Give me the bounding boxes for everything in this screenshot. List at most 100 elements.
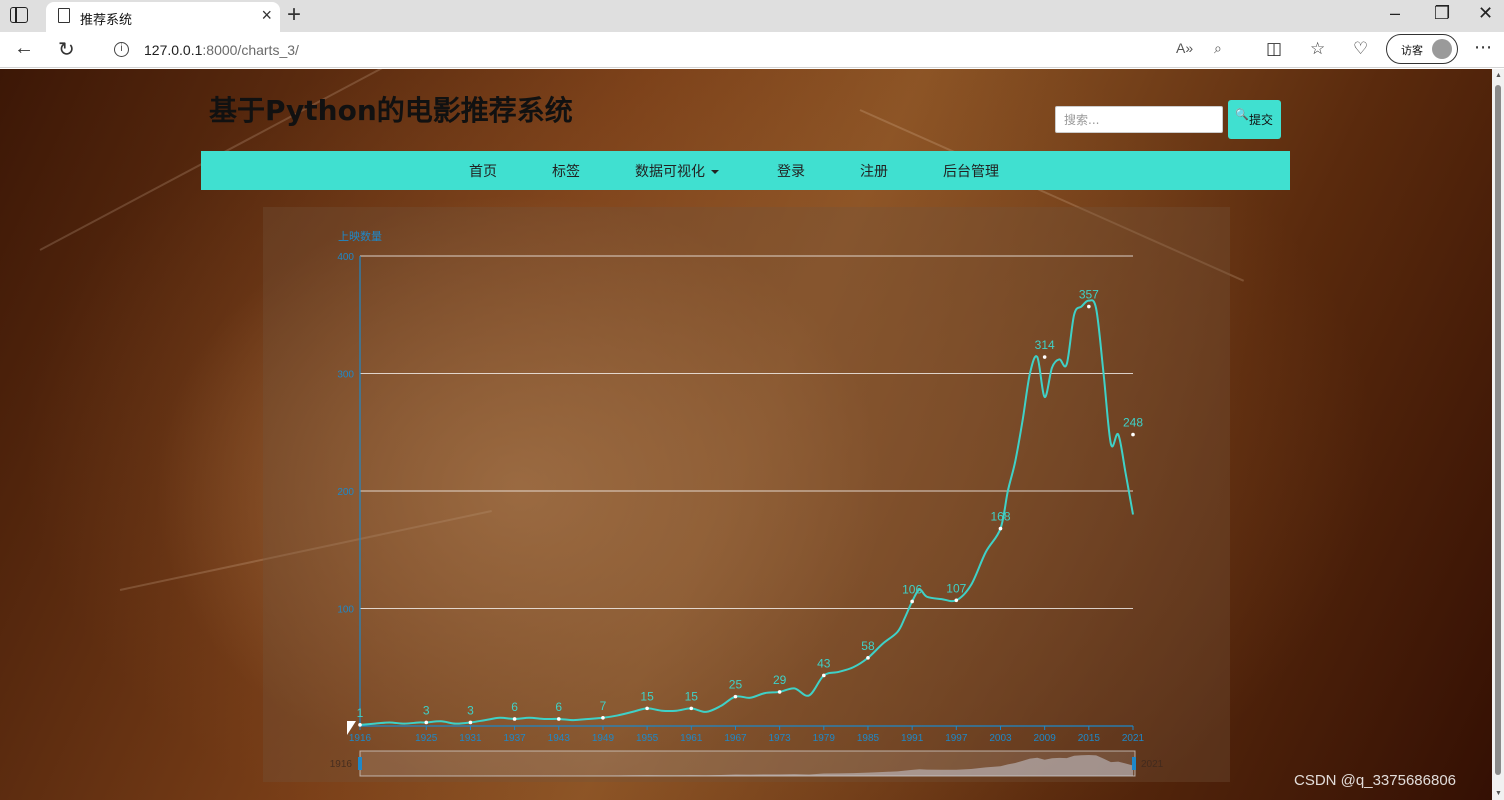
browser-tab-bar: 推荐系统 × + – ❐ ✕	[0, 0, 1504, 32]
nav-tags[interactable]: 标签	[552, 161, 580, 181]
minimize-icon[interactable]: –	[1390, 3, 1400, 24]
datazoom-start-label: 1916	[330, 759, 353, 770]
data-label: 248	[1123, 416, 1143, 430]
x-tick-label: 2021	[1122, 733, 1145, 744]
submit-label: 提交	[1249, 113, 1274, 127]
scroll-down-icon[interactable]: ▼	[1495, 790, 1502, 797]
series-line	[359, 299, 1134, 726]
main-navbar: 首页 标签 数据可视化 登录 注册 后台管理	[201, 151, 1290, 190]
data-point	[733, 694, 738, 699]
x-tick-label: 1973	[769, 733, 792, 744]
y-tick-label: 200	[337, 487, 354, 498]
x-tick-label: 2003	[989, 733, 1012, 744]
data-point	[556, 717, 561, 721]
tab-actions-icon[interactable]	[10, 7, 28, 23]
data-label: 3	[467, 703, 474, 717]
page-viewport: 基于Python的电影推荐系统 🔍 提交 首页 标签 数据可视化 登录 注册 后…	[0, 69, 1504, 800]
caret-down-icon	[711, 170, 719, 174]
chart-panel: 100 200 300 400 上映数量 1916 1925 1931 1937 1943 1949…	[263, 207, 1230, 782]
data-point	[468, 720, 473, 725]
scroll-up-icon[interactable]: ▲	[1495, 72, 1502, 79]
favorites-icon[interactable]: ☆	[1310, 39, 1325, 59]
x-tick-label: 1967	[724, 733, 747, 744]
data-point	[1087, 304, 1091, 309]
avatar	[1432, 39, 1452, 59]
nav-home[interactable]: 首页	[469, 161, 497, 181]
data-label: 58	[861, 639, 875, 653]
y-tick-label: 400	[337, 252, 354, 263]
data-label: 15	[685, 689, 699, 703]
close-window-icon[interactable]: ✕	[1478, 3, 1493, 24]
site-info-icon[interactable]: i	[114, 42, 129, 57]
data-point	[424, 720, 429, 725]
data-label: 25	[729, 678, 743, 692]
data-point	[645, 706, 649, 711]
data-point	[866, 656, 870, 660]
profile-label: 访客	[1401, 44, 1423, 57]
more-icon[interactable]: ⋯	[1474, 37, 1493, 58]
data-point	[910, 599, 914, 604]
url-box[interactable]: i 127.0.0.1:8000/charts_3/ A» ⌕	[96, 35, 1246, 65]
profile-button[interactable]: 访客	[1386, 34, 1458, 64]
new-tab-icon[interactable]: +	[287, 1, 301, 29]
browser-essentials-icon[interactable]: ♡	[1353, 39, 1368, 59]
x-tick-label: 1991	[901, 733, 924, 744]
data-point	[689, 706, 694, 711]
datazoom-end-label: 2021	[1141, 759, 1164, 770]
data-point	[512, 717, 517, 721]
data-point	[954, 598, 959, 603]
x-tick-label: 1955	[636, 733, 659, 744]
split-screen-icon[interactable]: ◫	[1266, 39, 1282, 59]
site-title: 基于Python的电影推荐系统	[209, 94, 573, 127]
nav-admin[interactable]: 后台管理	[943, 161, 999, 181]
data-label: 107	[946, 581, 966, 595]
x-tick-label: 1961	[680, 733, 703, 744]
data-point	[1131, 432, 1135, 437]
refresh-icon[interactable]: ↻	[58, 37, 75, 62]
nav-login[interactable]: 登录	[777, 161, 805, 181]
url-text[interactable]: 127.0.0.1:8000/charts_3/	[144, 42, 299, 58]
x-tick-label: 1925	[415, 733, 438, 744]
submit-button[interactable]: 🔍 提交	[1228, 100, 1281, 139]
x-tick-label: 1931	[459, 733, 482, 744]
scrollbar-thumb[interactable]	[1495, 85, 1501, 775]
search-input[interactable]	[1055, 106, 1223, 133]
x-tick-label: 2015	[1078, 733, 1101, 744]
tab-title: 推荐系统	[80, 13, 133, 28]
nav-data-visualization[interactable]: 数据可视化	[635, 161, 719, 181]
data-label: 3	[423, 703, 430, 717]
back-icon[interactable]: ←	[14, 37, 34, 60]
y-axis-title: 上映数量	[338, 230, 382, 243]
x-tick-label: 1943	[548, 733, 571, 744]
data-label: 1	[357, 706, 364, 720]
data-label: 15	[640, 689, 654, 703]
close-tab-icon[interactable]: ×	[261, 5, 272, 26]
data-label: 357	[1079, 288, 1099, 302]
data-point	[777, 690, 782, 694]
data-point	[1042, 355, 1047, 359]
x-tick-label: 2009	[1034, 733, 1057, 744]
data-label: 6	[555, 700, 562, 714]
data-label: 43	[817, 656, 831, 670]
zoom-icon[interactable]: ⌕	[1214, 40, 1222, 57]
csdn-watermark: CSDN @q_3375686806	[1294, 772, 1457, 789]
x-tick-label: 1985	[857, 733, 880, 744]
data-label: 29	[773, 673, 787, 687]
restore-icon[interactable]: ❐	[1434, 3, 1450, 24]
release-count-line-chart[interactable]: 100 200 300 400 上映数量 1916 1925 1931 1937 1943 1949…	[263, 207, 1230, 782]
browser-tab[interactable]: 推荐系统 ×	[46, 2, 280, 32]
data-point	[601, 715, 605, 720]
data-label: 106	[902, 582, 922, 596]
search-icon: 🔍	[1235, 109, 1249, 121]
data-point	[358, 723, 362, 727]
data-label: 6	[511, 700, 518, 714]
page-scrollbar[interactable]: ▲ ▼	[1492, 69, 1504, 800]
datazoom-left-handle	[358, 757, 362, 770]
datazoom-right-handle	[1132, 757, 1136, 770]
data-label: 314	[1035, 338, 1055, 352]
y-tick-label: 100	[337, 605, 354, 616]
nav-register[interactable]: 注册	[860, 161, 888, 181]
x-tick-label: 1937	[503, 733, 526, 744]
read-aloud-icon[interactable]: A»	[1176, 40, 1193, 56]
mouse-cursor	[347, 721, 356, 735]
